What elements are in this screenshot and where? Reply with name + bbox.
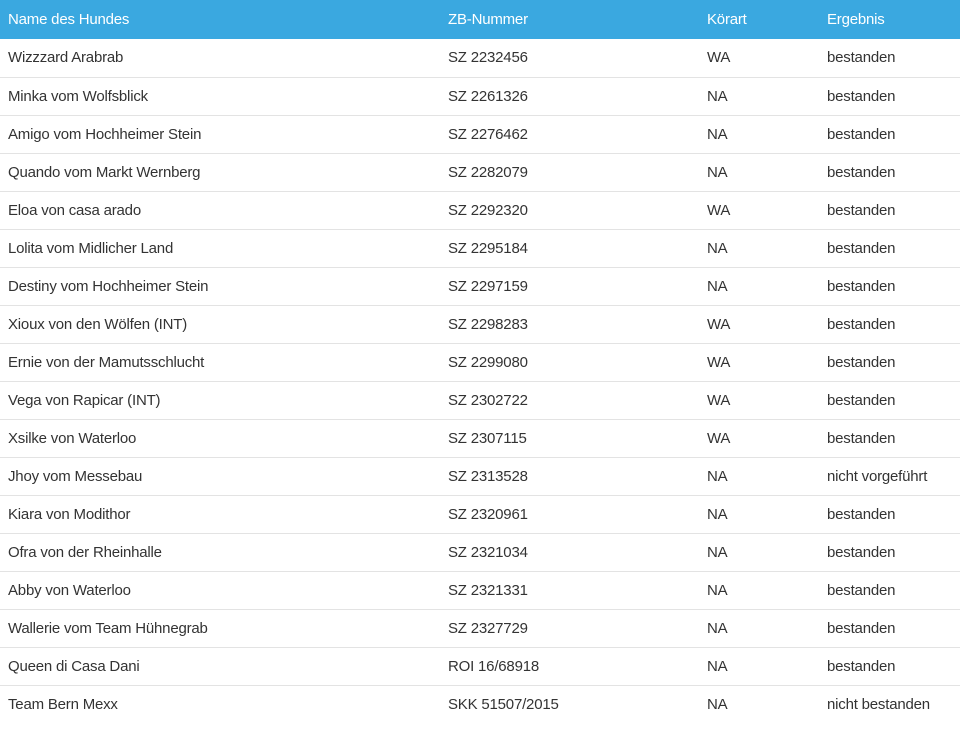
zb-number-cell: SZ 2276462 — [448, 125, 528, 143]
koerart-cell: NA — [707, 125, 728, 143]
koerart-cell: NA — [707, 87, 728, 105]
zb-number-cell: SZ 2298283 — [448, 315, 528, 333]
dog-name-cell: Destiny vom Hochheimer Stein — [8, 277, 209, 295]
table-row: Lolita vom Midlicher Land SZ 2295184 NA bes… — [0, 229, 960, 267]
dog-name-cell: Ofra von der Rheinhalle — [8, 543, 162, 561]
dog-name-cell: Queen di Casa Dani — [8, 657, 140, 675]
zb-number-cell: ROI 16/68918 — [448, 657, 539, 675]
column-header-koerart: Körart — [707, 11, 747, 28]
table-row: Abby von Waterloo SZ 2321331 NA bestanden — [0, 571, 960, 609]
table-row: Ofra von der Rheinhalle SZ 2321034 NA besta… — [0, 533, 960, 571]
table-row: Wizzzard Arabrab SZ 2232456 WA bestanden — [0, 39, 960, 77]
dog-name-cell: Quando vom Markt Wernberg — [8, 163, 201, 181]
koerart-cell: NA — [707, 163, 728, 181]
zb-number-cell: SZ 2261326 — [448, 87, 528, 105]
table-row: Wallerie vom Team Hühnegrab SZ 2327729 NA b… — [0, 609, 960, 647]
table-row: Xsilke von Waterloo SZ 2307115 WA bestanden — [0, 419, 960, 457]
result-cell: bestanden — [827, 429, 896, 447]
koerart-cell: NA — [707, 619, 728, 637]
koerart-cell: NA — [707, 657, 728, 675]
table-row: Amigo vom Hochheimer Stein SZ 2276462 NA be… — [0, 115, 960, 153]
table-row: Team Bern Mexx SKK 51507/2015 NA nicht best… — [0, 685, 960, 723]
table-row: Quando vom Markt Wernberg SZ 2282079 NA bes… — [0, 153, 960, 191]
zb-number-cell: SZ 2321034 — [448, 543, 528, 561]
result-cell: bestanden — [827, 49, 896, 67]
dog-name-cell: Amigo vom Hochheimer Stein — [8, 125, 202, 143]
table-row: Eloa von casa arado SZ 2292320 WA bestanden — [0, 191, 960, 229]
result-cell: bestanden — [827, 353, 896, 371]
header-row: Name des Hundes ZB-Nummer Körart Ergebni… — [0, 0, 960, 39]
zb-number-cell: SZ 2313528 — [448, 467, 528, 485]
result-cell: bestanden — [827, 239, 896, 257]
result-cell: bestanden — [827, 657, 896, 675]
zb-number-cell: SZ 2307115 — [448, 429, 527, 447]
result-cell: bestanden — [827, 163, 896, 181]
zb-number-cell: SZ 2320961 — [448, 505, 528, 523]
result-cell: bestanden — [827, 315, 896, 333]
dog-name-cell: Wizzzard Arabrab — [8, 49, 124, 67]
column-header-result: Ergebnis — [827, 11, 885, 28]
koerart-cell: NA — [707, 695, 728, 713]
dog-name-cell: Kiara von Modithor — [8, 505, 131, 523]
result-cell: bestanden — [827, 277, 896, 295]
result-cell: bestanden — [827, 87, 896, 105]
zb-number-cell: SZ 2321331 — [448, 581, 528, 599]
koerart-cell: WA — [707, 391, 731, 409]
dog-name-cell: Abby von Waterloo — [8, 581, 131, 599]
table-body: Wizzzard Arabrab SZ 2232456 WA bestanden Min… — [0, 39, 960, 723]
koerart-cell: NA — [707, 467, 728, 485]
table-row: Kiara von Modithor SZ 2320961 NA bestanden — [0, 495, 960, 533]
column-header-zb-number: ZB-Nummer — [448, 11, 528, 28]
table-header: Name des Hundes ZB-Nummer Körart Ergebni… — [0, 0, 960, 39]
results-table: Name des Hundes ZB-Nummer Körart Ergebni… — [0, 0, 960, 723]
result-cell: bestanden — [827, 505, 896, 523]
table-row: Ernie von der Mamutsschlucht SZ 2299080 WA… — [0, 343, 960, 381]
dog-name-cell: Minka vom Wolfsblick — [8, 87, 148, 105]
dog-name-cell: Wallerie vom Team Hühnegrab — [8, 619, 208, 637]
column-header-name: Name des Hundes — [8, 11, 130, 28]
table-row: Destiny vom Hochheimer Stein SZ 2297159 NA… — [0, 267, 960, 305]
koerart-cell: NA — [707, 543, 728, 561]
result-cell: bestanden — [827, 125, 896, 143]
zb-number-cell: SZ 2297159 — [448, 277, 528, 295]
koerart-cell: WA — [707, 201, 731, 219]
table-row: Jhoy vom Messebau SZ 2313528 NA nicht vorge… — [0, 457, 960, 495]
dog-name-cell: Jhoy vom Messebau — [8, 467, 143, 485]
result-cell: bestanden — [827, 581, 896, 599]
dog-name-cell: Xsilke von Waterloo — [8, 429, 137, 447]
result-cell: bestanden — [827, 201, 896, 219]
zb-number-cell: SZ 2302722 — [448, 391, 528, 409]
koerart-cell: NA — [707, 581, 728, 599]
zb-number-cell: SKK 51507/2015 — [448, 695, 559, 713]
koerart-cell: WA — [707, 353, 731, 371]
dog-name-cell: Ernie von der Mamutsschlucht — [8, 353, 205, 371]
dog-name-cell: Team Bern Mexx — [8, 695, 118, 713]
table-row: Minka vom Wolfsblick SZ 2261326 NA bestande… — [0, 77, 960, 115]
dog-name-cell: Xioux von den Wölfen (INT) — [8, 315, 188, 333]
table-row: Queen di Casa Dani ROI 16/68918 NA bestande… — [0, 647, 960, 685]
result-cell: nicht bestanden — [827, 695, 930, 713]
zb-number-cell: SZ 2327729 — [448, 619, 528, 637]
zb-number-cell: SZ 2292320 — [448, 201, 528, 219]
koerart-cell: WA — [707, 429, 731, 447]
zb-number-cell: SZ 2282079 — [448, 163, 528, 181]
result-cell: bestanden — [827, 543, 896, 561]
koerart-cell: WA — [707, 315, 731, 333]
koerart-cell: NA — [707, 239, 728, 257]
zb-number-cell: SZ 2295184 — [448, 239, 528, 257]
koerart-cell: NA — [707, 505, 728, 523]
zb-number-cell: SZ 2232456 — [448, 49, 528, 67]
dog-name-cell: Eloa von casa arado — [8, 201, 141, 219]
koerart-cell: WA — [707, 49, 731, 67]
koerart-cell: NA — [707, 277, 728, 295]
zb-number-cell: SZ 2299080 — [448, 353, 528, 371]
result-cell: nicht vorgeführt — [827, 467, 928, 485]
result-cell: bestanden — [827, 619, 896, 637]
dog-name-cell: Vega von Rapicar (INT) — [8, 391, 161, 409]
table-row: Xioux von den Wölfen (INT) SZ 2298283 WA be… — [0, 305, 960, 343]
result-cell: bestanden — [827, 391, 896, 409]
table-row: Vega von Rapicar (INT) SZ 2302722 WA bestan… — [0, 381, 960, 419]
dog-name-cell: Lolita vom Midlicher Land — [8, 239, 174, 257]
